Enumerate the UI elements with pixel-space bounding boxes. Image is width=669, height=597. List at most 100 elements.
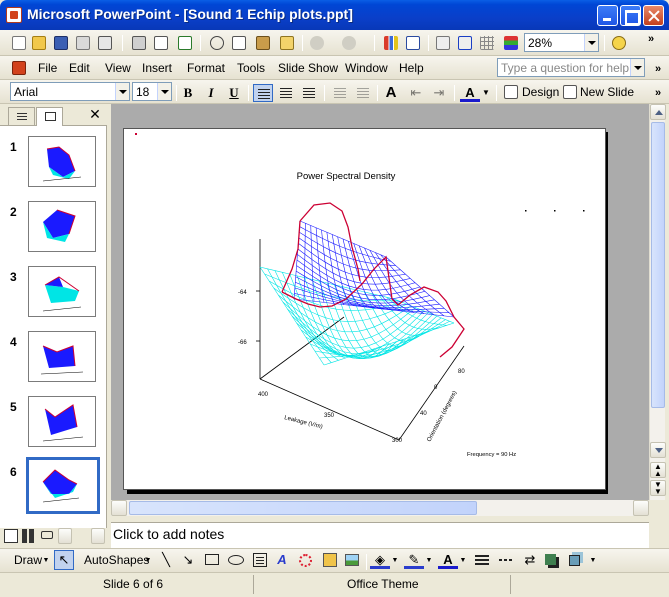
3d-style-icon[interactable]	[566, 551, 586, 569]
new-slide-icon[interactable]	[562, 84, 578, 100]
menu-view[interactable]: View	[105, 61, 131, 75]
menu-help[interactable]: Help	[399, 61, 424, 75]
slide-thumbnail-2[interactable]	[28, 201, 96, 252]
font-color-icon[interactable]: A	[460, 84, 480, 102]
notes-placeholder[interactable]: Click to add notes	[113, 526, 224, 542]
menu-file[interactable]: File	[38, 61, 57, 75]
autoshapes-menu-button[interactable]: AutoShapes	[84, 553, 149, 567]
oval-icon[interactable]	[226, 551, 246, 569]
undo-icon[interactable]	[308, 34, 326, 52]
help-question-input[interactable]: Type a question for help	[497, 58, 645, 77]
scroll-thumb[interactable]	[651, 122, 665, 408]
chevron-down-icon[interactable]: ▼	[424, 552, 434, 570]
chevron-down-icon[interactable]: ▼	[481, 84, 491, 102]
design-icon[interactable]	[503, 84, 519, 100]
shadow-style-icon[interactable]	[542, 551, 562, 569]
insert-chart-icon[interactable]	[382, 34, 400, 52]
chevron-down-icon[interactable]	[584, 34, 598, 51]
slide-thumbnail-6[interactable]	[26, 457, 100, 514]
scroll-right-button[interactable]	[633, 500, 649, 516]
new-slide-button[interactable]: New Slide	[580, 85, 634, 99]
next-slide-icon[interactable]: ▼ ▼	[650, 480, 666, 496]
permission-icon[interactable]	[74, 34, 92, 52]
increase-indent-icon[interactable]: ⇥	[429, 84, 449, 102]
menu-slide-show[interactable]: Slide Show	[278, 61, 338, 75]
text-box-icon[interactable]	[250, 551, 270, 569]
bold-button[interactable]: B	[178, 84, 198, 102]
zoom-select[interactable]: 28%	[524, 33, 599, 52]
line-icon[interactable]: ╲	[156, 551, 176, 569]
underline-button[interactable]: U	[224, 84, 244, 102]
print-preview-icon[interactable]	[152, 34, 170, 52]
slide-thumbnail-4[interactable]	[28, 331, 96, 382]
menu-tools[interactable]: Tools	[237, 61, 265, 75]
grid-icon[interactable]	[478, 34, 496, 52]
scroll-left-button[interactable]	[111, 500, 127, 516]
chevron-down-icon[interactable]: ▼	[390, 552, 400, 570]
chevron-down-icon[interactable]: ▼	[41, 552, 51, 570]
align-center-button[interactable]	[276, 84, 296, 102]
wordart-icon[interactable]: A	[272, 551, 292, 569]
insert-picture-icon[interactable]	[342, 551, 362, 569]
previous-slide-icon[interactable]: ▲ ▲	[650, 462, 666, 478]
slide-canvas[interactable]: Power Spectral Density -64 -66 400 350 3…	[123, 128, 606, 490]
copy-icon[interactable]	[230, 34, 248, 52]
menu-insert[interactable]: Insert	[142, 61, 172, 75]
chevron-down-icon[interactable]: ▼	[588, 552, 598, 570]
menu-edit[interactable]: Edit	[69, 61, 90, 75]
slide-show-view-icon[interactable]	[40, 529, 54, 543]
arrow-icon[interactable]: ↘	[178, 551, 198, 569]
clip-art-icon[interactable]	[320, 551, 340, 569]
chevron-down-icon[interactable]	[157, 83, 171, 100]
close-icon[interactable]: ✕	[88, 107, 102, 121]
document-icon[interactable]	[10, 59, 28, 77]
arrow-style-icon[interactable]: ⇄	[520, 551, 540, 569]
color-grayscale-icon[interactable]	[502, 34, 520, 52]
align-right-button[interactable]	[299, 84, 319, 102]
numbering-button[interactable]	[330, 84, 350, 102]
chevron-down-icon[interactable]: ▼	[458, 552, 468, 570]
chevron-down-icon[interactable]	[115, 83, 129, 100]
toolbar-options-icon[interactable]: »	[648, 60, 668, 78]
decrease-indent-icon[interactable]: ⇤	[406, 84, 426, 102]
dash-style-icon[interactable]	[496, 551, 516, 569]
design-button[interactable]: Design	[522, 85, 559, 99]
menu-format[interactable]: Format	[187, 61, 225, 75]
font-select[interactable]: Arial	[10, 82, 130, 101]
line-style-icon[interactable]	[472, 551, 492, 569]
open-icon[interactable]	[30, 34, 48, 52]
spelling-icon[interactable]	[176, 34, 194, 52]
slide-thumbnail-3[interactable]	[28, 266, 96, 317]
bullets-button[interactable]	[353, 84, 373, 102]
line-color-icon[interactable]: ✎	[404, 551, 424, 569]
increase-font-size-icon[interactable]: A	[381, 84, 401, 102]
save-icon[interactable]	[52, 34, 70, 52]
help-icon[interactable]	[610, 34, 628, 52]
rectangle-icon[interactable]	[202, 551, 222, 569]
scroll-down-button[interactable]	[650, 442, 666, 458]
font-color-icon[interactable]: A	[438, 551, 458, 569]
diagram-icon[interactable]	[296, 551, 316, 569]
fill-color-icon[interactable]: ◈	[370, 551, 390, 569]
tab-outline[interactable]	[8, 107, 35, 125]
scroll-left-button[interactable]	[58, 528, 72, 544]
draw-menu-button[interactable]: Draw	[14, 553, 42, 567]
vertical-scrollbar[interactable]: ▲ ▲ ▼ ▼	[649, 104, 666, 500]
slide-sorter-view-icon[interactable]	[22, 529, 36, 543]
slide-thumbnail-5[interactable]	[28, 396, 96, 447]
expand-icon[interactable]	[434, 34, 452, 52]
align-left-button[interactable]	[253, 84, 273, 102]
select-objects-icon[interactable]: ↖	[54, 550, 74, 570]
scroll-thumb[interactable]	[129, 501, 477, 515]
insert-table-icon[interactable]	[404, 34, 422, 52]
format-painter-icon[interactable]	[278, 34, 296, 52]
horizontal-scrollbar[interactable]	[111, 500, 649, 516]
cut-icon[interactable]	[208, 34, 226, 52]
chevron-down-icon[interactable]	[630, 59, 644, 76]
slide-thumbnail-1[interactable]	[28, 136, 96, 187]
maximize-button[interactable]	[620, 5, 641, 26]
chevron-down-icon[interactable]: ▼	[143, 552, 153, 570]
powerpoint-app-icon[interactable]	[6, 7, 22, 23]
menu-window[interactable]: Window	[345, 61, 388, 75]
new-icon[interactable]	[10, 34, 28, 52]
